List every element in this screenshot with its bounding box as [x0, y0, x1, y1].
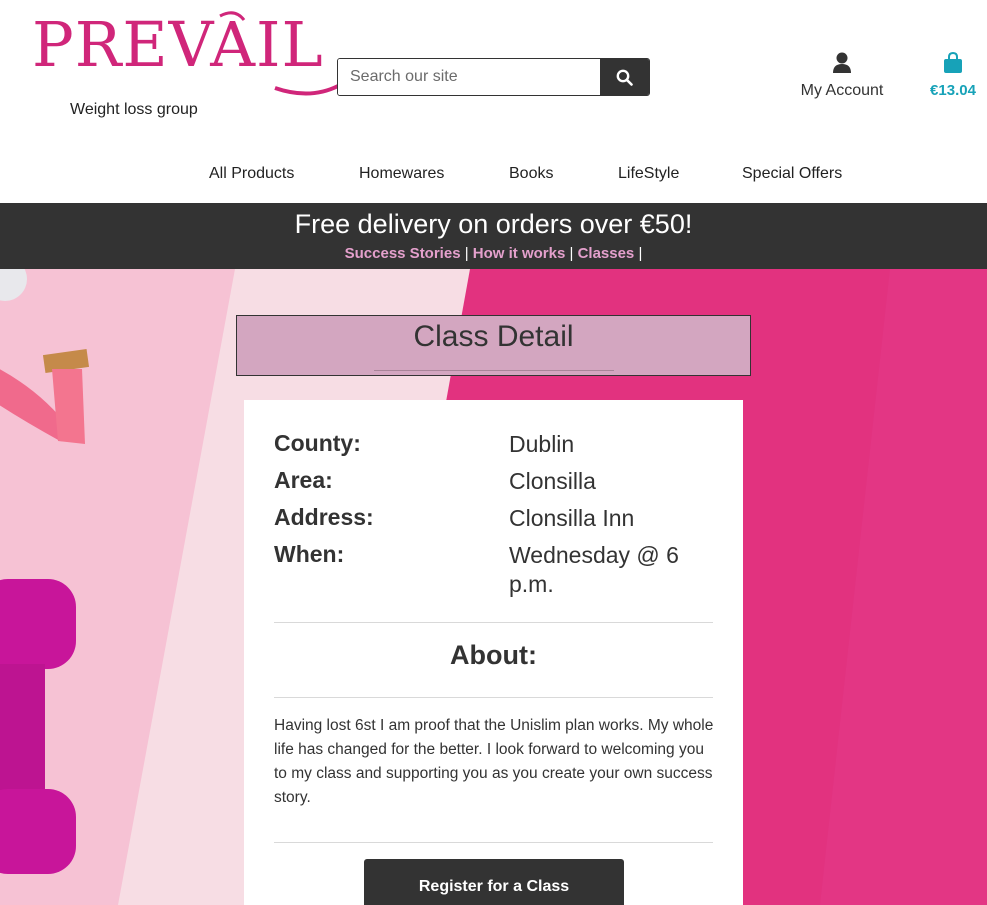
- search-icon: [616, 69, 633, 86]
- nav-homewares[interactable]: Homewares: [359, 165, 444, 183]
- when-value: Wednesday @ 6 p.m.: [509, 542, 679, 597]
- how-it-works-link[interactable]: How it works: [473, 245, 566, 262]
- address-label: Address:: [274, 504, 374, 530]
- prevail-logo[interactable]: PREVAIL Weight loss group: [30, 8, 340, 123]
- shopping-bag-link[interactable]: €13.04: [925, 51, 981, 99]
- area-value: Clonsilla: [509, 468, 596, 494]
- bag-total: €13.04: [930, 82, 976, 99]
- class-detail-card: County: Dublin Area: Clonsilla Address: …: [244, 400, 743, 905]
- my-account-label: My Account: [800, 82, 884, 99]
- when-label: When:: [274, 541, 345, 567]
- classes-link[interactable]: Classes: [578, 245, 635, 262]
- card-divider: [274, 842, 713, 843]
- nav-lifestyle[interactable]: LifeStyle: [618, 165, 679, 183]
- site-header: PREVAIL Weight loss group My Account €13…: [0, 0, 987, 203]
- address-value: Clonsilla Inn: [509, 505, 635, 531]
- logo-tagline: Weight loss group: [70, 101, 198, 118]
- user-icon: [833, 52, 851, 73]
- main-nav: All Products Homewares Books LifeStyle S…: [0, 162, 987, 188]
- area-label: Area:: [274, 467, 333, 493]
- county-label: County:: [274, 430, 361, 456]
- nav-books[interactable]: Books: [509, 165, 553, 183]
- card-divider: [274, 697, 713, 698]
- nav-all-products[interactable]: All Products: [209, 165, 294, 183]
- success-stories-link[interactable]: Success Stories: [345, 245, 461, 262]
- banner-separator: |: [464, 245, 469, 262]
- shopping-bag-icon: [944, 51, 962, 73]
- search-form: [337, 58, 650, 96]
- banner-title: Free delivery on orders over €50!: [294, 209, 693, 239]
- county-value: Dublin: [509, 431, 575, 457]
- banner-links: Success Stories | How it works | Classes…: [0, 245, 987, 262]
- card-divider: [274, 622, 713, 623]
- about-text: Having lost 6st I am proof that the Unis…: [274, 717, 714, 806]
- register-class-button[interactable]: Register for a Class: [364, 859, 624, 905]
- banner-separator: |: [638, 245, 643, 262]
- delivery-banner: Free delivery on orders over €50! Succes…: [0, 203, 987, 269]
- heading-divider: [374, 370, 614, 371]
- about-heading: About:: [450, 640, 537, 670]
- my-account-link[interactable]: My Account: [796, 52, 888, 100]
- nav-special-offers[interactable]: Special Offers: [742, 165, 842, 183]
- search-button[interactable]: [600, 59, 649, 95]
- search-input[interactable]: [338, 59, 600, 95]
- banner-separator: |: [569, 245, 574, 262]
- class-detail-heading: Class Detail: [236, 315, 751, 376]
- page-title: Class Detail: [413, 320, 574, 353]
